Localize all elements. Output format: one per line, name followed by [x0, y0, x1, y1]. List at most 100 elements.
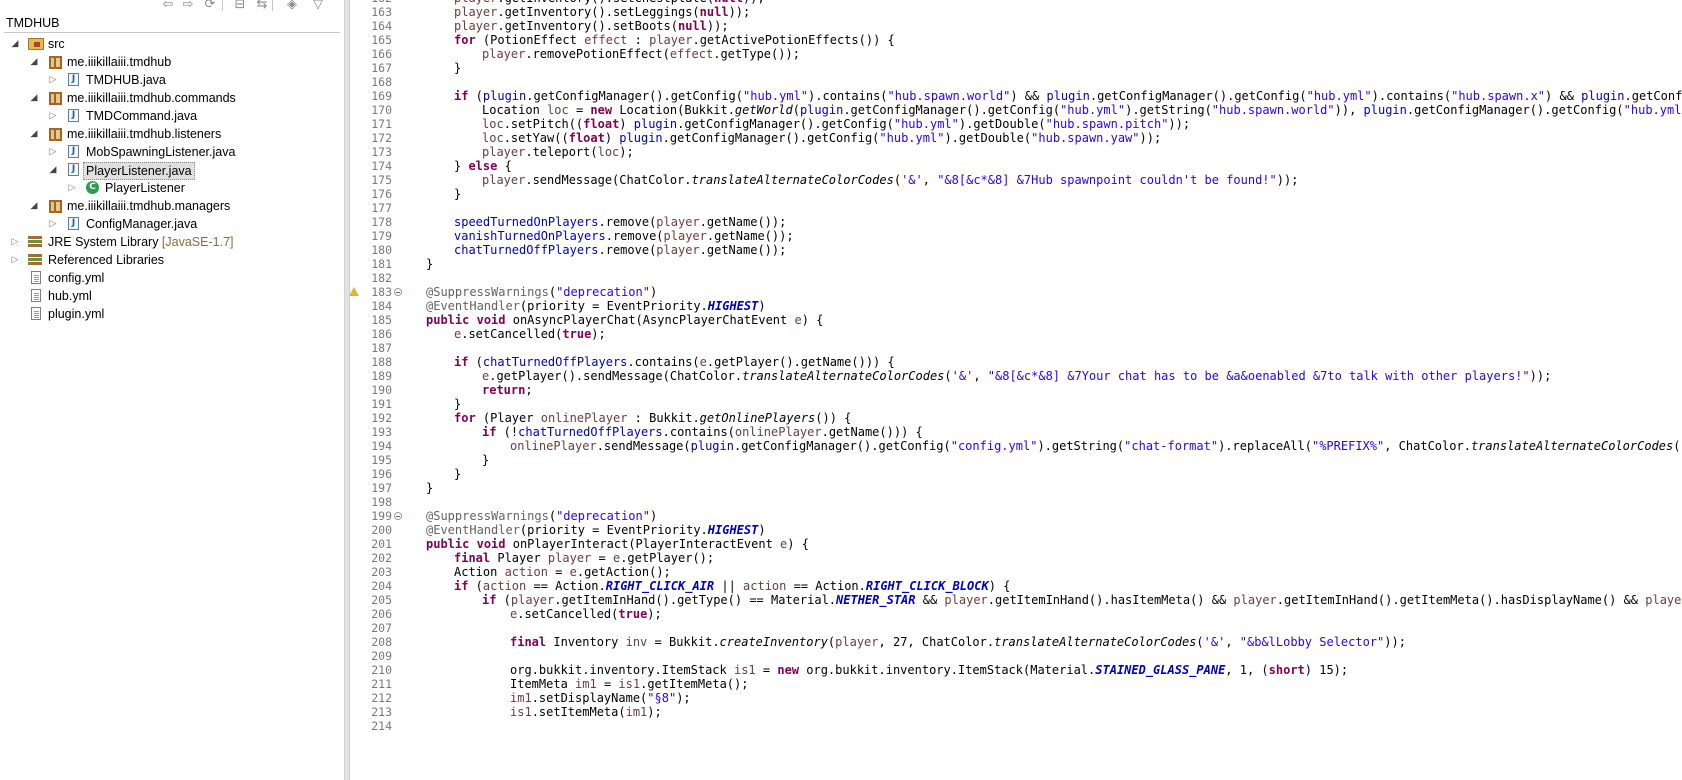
tree-item[interactable]: ◢ src	[0, 35, 344, 53]
expanded-arrow-icon[interactable]: ◢	[29, 55, 39, 67]
tree-item[interactable]: ▷ Referenced Libraries	[0, 251, 344, 269]
code-line[interactable]: 213 is1.setItemMeta(im1);	[350, 705, 1682, 719]
code-line[interactable]: 202 final Player player = e.getPlayer();	[350, 551, 1682, 565]
code-line[interactable]: 165 for (PotionEffect effect : player.get…	[350, 33, 1682, 47]
code-line[interactable]: 187	[350, 341, 1682, 355]
warning-icon[interactable]	[350, 286, 360, 297]
fold-collapse-icon[interactable]	[394, 288, 402, 296]
code-line[interactable]: 180 chatTurnedOffPlayers.remove(player.ge…	[350, 243, 1682, 257]
back-arrow-icon[interactable]: ⇦	[160, 0, 176, 12]
focus-task-icon[interactable]: ◈	[284, 0, 300, 12]
tree-item[interactable]: config.yml	[0, 269, 344, 287]
code-line[interactable]: 175 player.sendMessage(ChatColor.translat…	[350, 173, 1682, 187]
code-line[interactable]: 196}	[350, 467, 1682, 481]
code-line[interactable]: 206 e.setCancelled(true);	[350, 607, 1682, 621]
expanded-arrow-icon[interactable]: ◢	[29, 127, 39, 139]
code-line[interactable]: 188 if (chatTurnedOffPlayers.contains(e.g…	[350, 355, 1682, 369]
code-line[interactable]: 204 if (action == Action.RIGHT_CLICK_AIR …	[350, 579, 1682, 593]
code-text: }	[454, 467, 461, 481]
code-line[interactable]: 207	[350, 621, 1682, 635]
code-line[interactable]: 197}	[350, 481, 1682, 495]
code-token: player	[835, 635, 879, 649]
tree-item[interactable]: plugin.yml	[0, 305, 344, 323]
collapsed-arrow-icon[interactable]: ▷	[67, 181, 77, 193]
code-line[interactable]: 195}	[350, 453, 1682, 467]
code-line[interactable]: 167}	[350, 61, 1682, 75]
code-line[interactable]: 199 @SuppressWarnings("deprecation")	[350, 509, 1682, 523]
code-editor[interactable]: 162player.getInventory().setChestplate(n…	[350, 0, 1682, 780]
expanded-arrow-icon[interactable]: ◢	[29, 199, 39, 211]
tree-item[interactable]: ▷ J TMDCommand.java	[0, 107, 344, 125]
code-token: .getItemMeta();	[640, 677, 749, 691]
tree-item[interactable]: ◢ J PlayerListener.java	[0, 161, 344, 180]
link-with-editor-icon[interactable]: ⇆	[254, 0, 270, 12]
expanded-arrow-icon[interactable]: ◢	[29, 91, 39, 103]
tree-item[interactable]: ◢ me.iiikillaiii.tmdhub.listeners	[0, 125, 344, 143]
code-line[interactable]: 173 player.teleport(loc);	[350, 145, 1682, 159]
collapse-all-icon[interactable]: ⊟	[232, 0, 248, 12]
expanded-arrow-icon[interactable]: ◢	[48, 163, 58, 175]
code-line[interactable]: 169 if (plugin.getConfigManager().getConf…	[350, 89, 1682, 103]
code-line[interactable]: 191}	[350, 397, 1682, 411]
code-line[interactable]: 198	[350, 495, 1682, 509]
code-line[interactable]: 171 loc.setPitch((float) plugin.getConfig…	[350, 117, 1682, 131]
tree-item[interactable]: hub.yml	[0, 287, 344, 305]
code-line[interactable]: 184 @EventHandler(priority = EventPriorit…	[350, 299, 1682, 313]
collapsed-arrow-icon[interactable]: ▷	[10, 235, 20, 247]
code-line[interactable]: 178 speedTurnedOnPlayers.remove(player.ge…	[350, 215, 1682, 229]
collapsed-arrow-icon[interactable]: ▷	[48, 73, 58, 85]
forward-arrow-icon[interactable]: ⇨	[180, 0, 196, 12]
code-line[interactable]: 163 player.getInventory().setLeggings(nul…	[350, 5, 1682, 19]
tree-item[interactable]: ▷ J TMDHUB.java	[0, 71, 344, 89]
code-line[interactable]: 166 player.removePotionEffect(effect.getT…	[350, 47, 1682, 61]
code-line[interactable]: 192 for (Player onlinePlayer : Bukkit.get…	[350, 411, 1682, 425]
tree-item[interactable]: ◢ me.iiikillaiii.tmdhub	[0, 53, 344, 71]
collapsed-arrow-icon[interactable]: ▷	[10, 253, 20, 265]
tree-item[interactable]: ◢ me.iiikillaiii.tmdhub.managers	[0, 197, 344, 215]
code-line[interactable]: 185 public void onAsyncPlayerChat(AsyncPl…	[350, 313, 1682, 327]
tree-item[interactable]: ▷ J ConfigManager.java	[0, 215, 344, 233]
code-line[interactable]: 170 Location loc = new Location(Bukkit.ge…	[350, 103, 1682, 117]
code-line[interactable]: 164 player.getInventory().setBoots(null))…	[350, 19, 1682, 33]
code-line[interactable]: 190 return;	[350, 383, 1682, 397]
tree-item[interactable]: ▷ C PlayerListener	[0, 179, 344, 197]
code-line[interactable]: 177	[350, 201, 1682, 215]
code-token: '&'	[901, 173, 923, 187]
code-line[interactable]: 181}	[350, 257, 1682, 271]
code-line[interactable]: 201 public void onPlayerInteract(PlayerIn…	[350, 537, 1682, 551]
code-line[interactable]: 208 final Inventory inv = Bukkit.createIn…	[350, 635, 1682, 649]
code-line[interactable]: 211 ItemMeta im1 = is1.getItemMeta();	[350, 677, 1682, 691]
code-line[interactable]: 212 im1.setDisplayName("§8");	[350, 691, 1682, 705]
tree-item[interactable]: ▷ J MobSpawningListener.java	[0, 143, 344, 161]
code-line[interactable]: 203 Action action = e.getAction();	[350, 565, 1682, 579]
code-line[interactable]: 189 e.getPlayer().sendMessage(ChatColor.t…	[350, 369, 1682, 383]
code-line[interactable]: 183 @SuppressWarnings("deprecation")	[350, 285, 1682, 299]
code-line[interactable]: 182	[350, 271, 1682, 285]
code-line[interactable]: 214	[350, 719, 1682, 733]
collapsed-arrow-icon[interactable]: ▷	[48, 217, 58, 229]
code-line[interactable]: 209	[350, 649, 1682, 663]
collapsed-arrow-icon[interactable]: ▷	[48, 109, 58, 121]
code-line[interactable]: 176}	[350, 187, 1682, 201]
code-line[interactable]: 174} else {	[350, 159, 1682, 173]
tree-item[interactable]: ▷ JRE System Library [JavaSE-1.7]	[0, 233, 344, 251]
code-line[interactable]: 193 if (!chatTurnedOffPlayers.contains(on…	[350, 425, 1682, 439]
expanded-arrow-icon[interactable]: ◢	[10, 37, 20, 49]
fold-collapse-icon[interactable]	[394, 512, 402, 520]
code-line[interactable]: 194 onlinePlayer.sendMessage(plugin.getCo…	[350, 439, 1682, 453]
tree-item[interactable]: ◢ me.iiikillaiii.tmdhub.commands	[0, 89, 344, 107]
collapsed-arrow-icon[interactable]: ▷	[48, 145, 58, 157]
code-line[interactable]: 186 e.setCancelled(true);	[350, 327, 1682, 341]
code-text: public void onPlayerInteract(PlayerInter…	[426, 537, 809, 551]
code-line[interactable]: 210 org.bukkit.inventory.ItemStack is1 = …	[350, 663, 1682, 677]
code-line[interactable]: 168	[350, 75, 1682, 89]
view-menu-icon[interactable]: ▽	[310, 0, 326, 12]
link-editor-icon[interactable]: ⟳	[202, 0, 218, 12]
code-line[interactable]: 179 vanishTurnedOnPlayers.remove(player.g…	[350, 229, 1682, 243]
code-line[interactable]: 205 if (player.getItemInHand().getType() …	[350, 593, 1682, 607]
line-number: 176	[371, 187, 392, 201]
code-line[interactable]: 172 loc.setYaw((float) plugin.getConfigMa…	[350, 131, 1682, 145]
code-token: ) 15);	[1304, 663, 1349, 677]
code-line[interactable]: 200 @EventHandler(priority = EventPriorit…	[350, 523, 1682, 537]
